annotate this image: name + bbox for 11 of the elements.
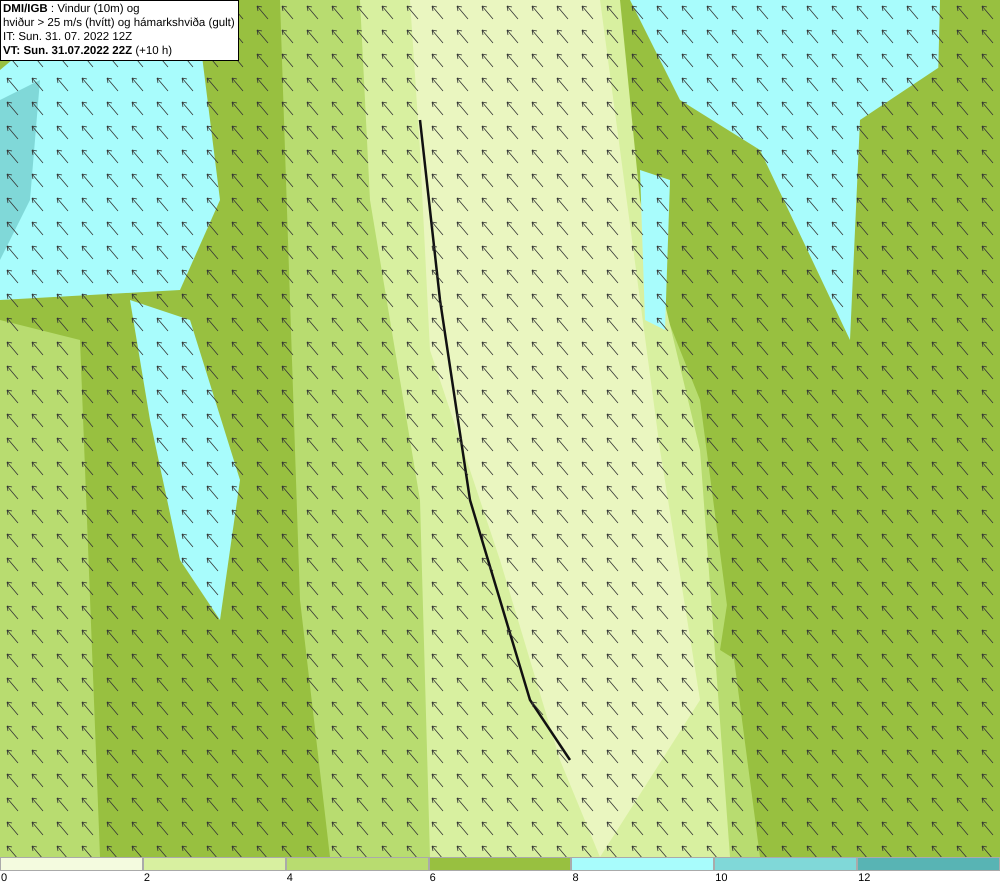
legend-label: 6 [428, 871, 436, 885]
legend-label: 0 [0, 871, 8, 885]
legend-label: 12 [857, 871, 870, 885]
header-text: VT: Sun. 31.07.2022 22Z (+10 h) [3, 44, 174, 58]
header-text: IT: Sun. 31. 07. 2022 12Z [3, 30, 134, 44]
legend-label: 4 [286, 871, 293, 885]
header-text: DMI/IGB : Vindur (10m) og [3, 2, 141, 16]
header-text: hviður > 25 m/s (hvítt) og hámarkshviða (gult) [3, 16, 235, 30]
legend-label: 8 [571, 871, 579, 885]
legend-label: 2 [142, 871, 150, 885]
legend-label: 10 [714, 871, 728, 885]
